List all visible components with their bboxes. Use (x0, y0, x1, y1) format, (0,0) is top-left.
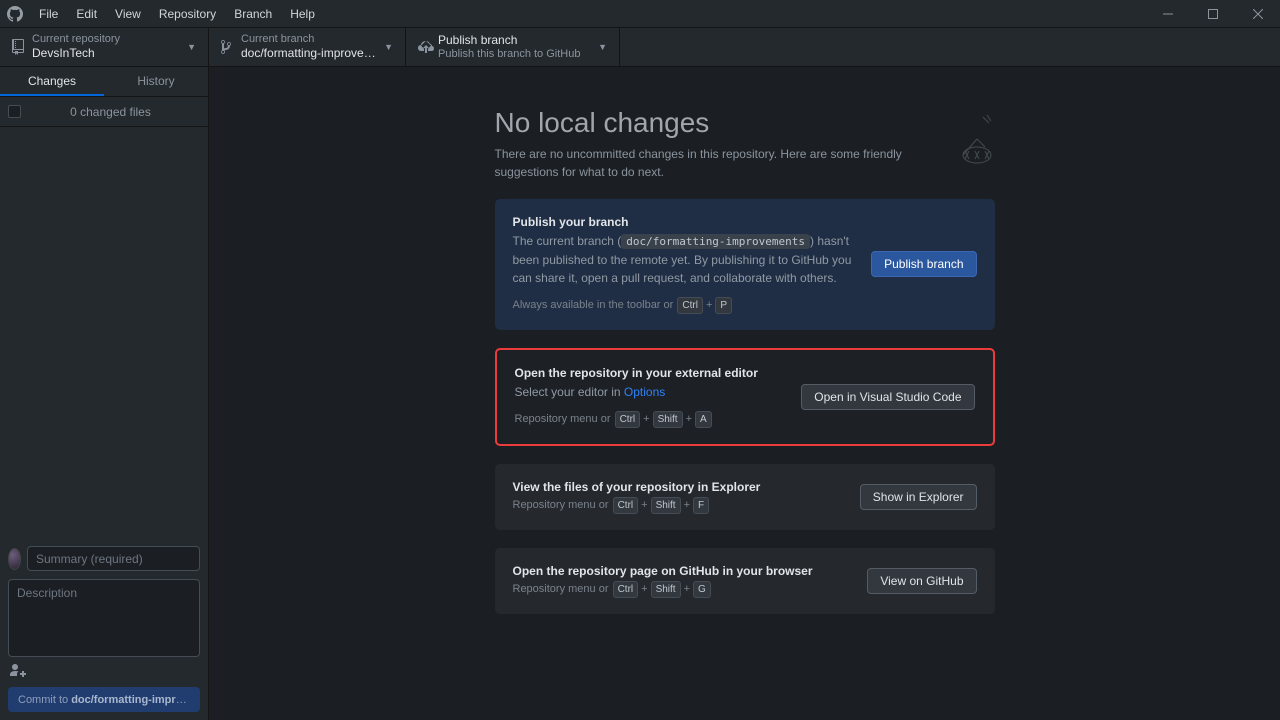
add-coauthor-icon[interactable] (8, 662, 200, 687)
card-hint: Repository menu or Ctrl+Shift+A (515, 411, 786, 428)
repo-label: Current repository (32, 33, 183, 46)
menu-view[interactable]: View (106, 0, 150, 28)
menu-help[interactable]: Help (281, 0, 324, 28)
commit-summary-input[interactable] (27, 546, 200, 571)
card-title: Publish your branch (513, 215, 856, 229)
view-github-card: Open the repository page on GitHub in yo… (495, 548, 995, 614)
publish-action[interactable]: Publish branch Publish this branch to Gi… (406, 28, 620, 66)
open-editor-card: Open the repository in your external edi… (495, 348, 995, 446)
card-title: View the files of your repository in Exp… (513, 480, 844, 494)
page-title: No local changes (495, 107, 915, 139)
tab-changes[interactable]: Changes (0, 67, 104, 96)
menu-file[interactable]: File (30, 0, 67, 28)
show-explorer-button[interactable]: Show in Explorer (860, 484, 977, 510)
git-branch-icon (221, 39, 241, 55)
empty-state-icon (935, 107, 995, 167)
minimize-button[interactable] (1145, 0, 1190, 28)
sidebar-tabs: Changes History (0, 67, 208, 97)
view-github-button[interactable]: View on GitHub (867, 568, 976, 594)
tab-history[interactable]: History (104, 67, 208, 96)
publish-hint: Publish this branch to GitHub (438, 48, 594, 61)
card-title: Open the repository page on GitHub in yo… (513, 564, 852, 578)
chevron-down-icon: ▼ (598, 42, 607, 52)
menu-repository[interactable]: Repository (150, 0, 225, 28)
repo-icon (12, 39, 32, 55)
card-hint: Repository menu or Ctrl+Shift+F (513, 497, 844, 514)
main-content: No local changes There are no uncommitte… (209, 67, 1280, 720)
changed-files-count: 0 changed files (21, 105, 200, 119)
changes-header: 0 changed files (0, 97, 208, 127)
menu-branch[interactable]: Branch (225, 0, 281, 28)
branch-label: Current branch (241, 33, 380, 46)
chevron-down-icon: ▼ (187, 42, 196, 52)
window-controls (1145, 0, 1280, 28)
maximize-button[interactable] (1190, 0, 1235, 28)
toolbar: Current repository DevsInTech ▼ Current … (0, 28, 1280, 67)
upload-icon (418, 39, 438, 55)
open-vscode-button[interactable]: Open in Visual Studio Code (801, 384, 974, 410)
commit-box: Commit to doc/formatting-improv... (0, 538, 208, 720)
page-subtitle: There are no uncommitted changes in this… (495, 145, 915, 181)
sidebar: Changes History 0 changed files Commit t… (0, 67, 209, 720)
close-button[interactable] (1235, 0, 1280, 28)
branch-value: doc/formatting-improvem... (241, 46, 380, 62)
menu-edit[interactable]: Edit (67, 0, 106, 28)
menu-bar: File Edit View Repository Branch Help (30, 0, 324, 28)
options-link[interactable]: Options (624, 385, 665, 399)
titlebar: File Edit View Repository Branch Help (0, 0, 1280, 28)
github-logo-icon (0, 6, 30, 22)
card-desc: The current branch (doc/formatting-impro… (513, 232, 856, 287)
avatar (8, 548, 21, 570)
card-desc: Select your editor in Options (515, 383, 786, 401)
publish-card: Publish your branch The current branch (… (495, 199, 995, 330)
card-title: Open the repository in your external edi… (515, 366, 786, 380)
commit-description-input[interactable] (8, 579, 200, 657)
repo-value: DevsInTech (32, 46, 183, 62)
publish-branch-button[interactable]: Publish branch (871, 251, 976, 277)
chevron-down-icon: ▼ (384, 42, 393, 52)
select-all-checkbox[interactable] (8, 105, 21, 118)
show-explorer-card: View the files of your repository in Exp… (495, 464, 995, 530)
card-hint: Repository menu or Ctrl+Shift+G (513, 581, 852, 598)
repo-selector[interactable]: Current repository DevsInTech ▼ (0, 28, 209, 66)
commit-button[interactable]: Commit to doc/formatting-improv... (8, 687, 200, 712)
card-hint: Always available in the toolbar or Ctrl+… (513, 297, 856, 314)
publish-label: Publish branch (438, 33, 594, 49)
branch-selector[interactable]: Current branch doc/formatting-improvem..… (209, 28, 406, 66)
